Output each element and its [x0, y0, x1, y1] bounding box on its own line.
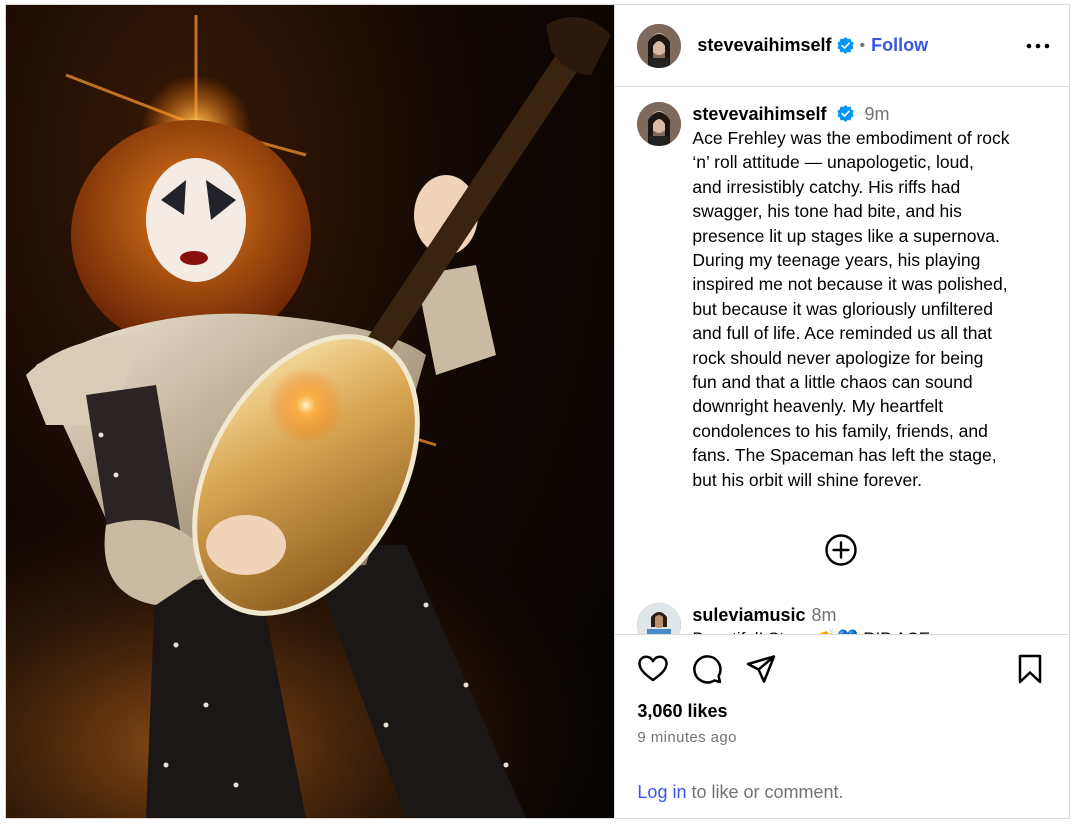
post-caption: stevevaihimself 9m Ace Frehley was the e… [615, 88, 1068, 492]
caption-header: stevevaihimself 9m [692, 102, 1050, 126]
post-time-ago[interactable]: 9 minutes ago [637, 729, 736, 746]
guitarist-photo [6, 15, 615, 818]
post-actions: 3,060 likes 9 minutes ago Log in to like… [615, 634, 1069, 818]
share-icon[interactable] [745, 653, 777, 685]
plus-circle-icon[interactable] [824, 533, 858, 567]
caption-avatar[interactable] [637, 102, 682, 146]
more-options-icon[interactable] [1025, 33, 1051, 59]
post-details-panel: stevevaihimself • Follow stevevaihimself… [614, 5, 1069, 818]
comments-section[interactable]: stevevaihimself 9m Ace Frehley was the e… [615, 88, 1068, 635]
login-prompt-text: to like or comment. [686, 782, 844, 802]
likes-count[interactable]: 3,060 likes [637, 701, 727, 722]
caption-timestamp[interactable]: 9m [865, 104, 890, 124]
login-link[interactable]: Log in [637, 782, 686, 802]
header-separator: • [859, 36, 866, 54]
heart-icon[interactable] [637, 653, 669, 685]
author-avatar[interactable] [637, 23, 682, 68]
author-username[interactable]: stevevaihimself [697, 35, 831, 56]
verified-badge-icon [836, 105, 854, 122]
caption-body: stevevaihimself 9m Ace Frehley was the e… [692, 102, 1050, 492]
post-photo[interactable] [6, 5, 615, 818]
post-header: stevevaihimself • Follow [615, 5, 1069, 87]
caption-username[interactable]: stevevaihimself [692, 104, 826, 124]
comment-item: suleviamusic 8m Beautiful! Steve 👏💙 RIP … [637, 603, 930, 635]
verified-badge-icon [836, 37, 854, 54]
post-modal: stevevaihimself • Follow stevevaihimself… [5, 4, 1070, 819]
login-prompt: Log in to like or comment. [637, 782, 843, 803]
bookmark-icon[interactable] [1014, 653, 1046, 685]
action-icons [637, 653, 799, 685]
follow-button[interactable]: Follow [871, 35, 928, 56]
commenter-avatar[interactable] [637, 603, 682, 635]
caption-text: Ace Frehley was the embodiment of rock ‘… [692, 128, 1010, 490]
comment-icon[interactable] [691, 653, 723, 685]
